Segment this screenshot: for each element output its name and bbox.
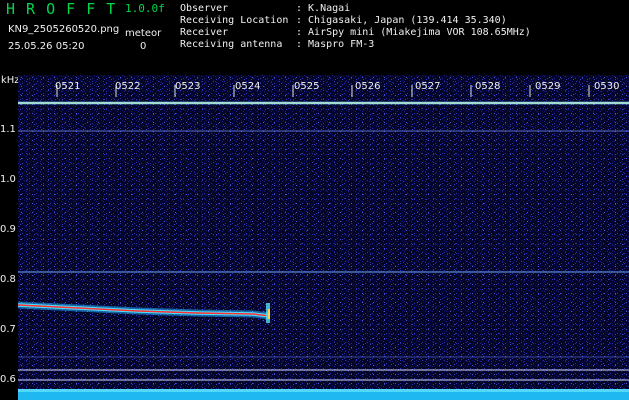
info-value-location: : Chigasaki, Japan (139.414 35.340) <box>296 15 507 26</box>
x-tick-0525: 0525 <box>294 81 320 92</box>
x-tick-0522: 0522 <box>115 81 141 92</box>
info-value-receiver: : AirSpy mini (Miakejima VOR 108.65MHz) <box>296 27 531 38</box>
x-tick-0529: 0529 <box>535 81 561 92</box>
x-tick-0521: 0521 <box>55 81 81 92</box>
x-tick-0530: 0530 <box>594 81 620 92</box>
info-label-antenna: Receiving antenna <box>180 39 283 50</box>
y-tick-0-6: 0.6 <box>0 374 16 385</box>
y-tick-0-7: 0.7 <box>0 324 16 335</box>
y-tick-0-8: 0.8 <box>0 274 16 285</box>
spectrogram-canvas <box>18 75 629 400</box>
spectrogram-plot <box>18 75 629 400</box>
capture-datetime: 25.05.26 05:20 <box>8 41 85 52</box>
x-tick-0527: 0527 <box>415 81 441 92</box>
x-tick-0528: 0528 <box>475 81 501 92</box>
file-name: KN9_2505260520.png <box>8 24 120 35</box>
y-axis-unit: kHz <box>1 75 20 86</box>
y-tick-0-9: 0.9 <box>0 224 16 235</box>
x-tick-0523: 0523 <box>175 81 201 92</box>
x-tick-0526: 0526 <box>355 81 381 92</box>
app-version: 1.0.0f <box>125 2 165 15</box>
info-value-observer: : K.Nagai <box>296 3 351 14</box>
meteor-count: 0 <box>140 41 147 52</box>
x-tick-0524: 0524 <box>235 81 261 92</box>
y-tick-1-0: 1.0 <box>0 174 16 185</box>
info-label-location: Receiving Location <box>180 15 289 26</box>
info-value-antenna: : Maspro FM-3 <box>296 39 375 50</box>
app-title: H R O F F T <box>6 0 117 18</box>
info-label-receiver: Receiver <box>180 27 229 38</box>
meteor-label: meteor <box>125 28 162 39</box>
y-tick-1-1: 1.1 <box>0 124 16 135</box>
header-panel: H R O F F T 1.0.0f KN9_2505260520.png 25… <box>0 0 629 75</box>
info-label-observer: Observer <box>180 3 229 14</box>
